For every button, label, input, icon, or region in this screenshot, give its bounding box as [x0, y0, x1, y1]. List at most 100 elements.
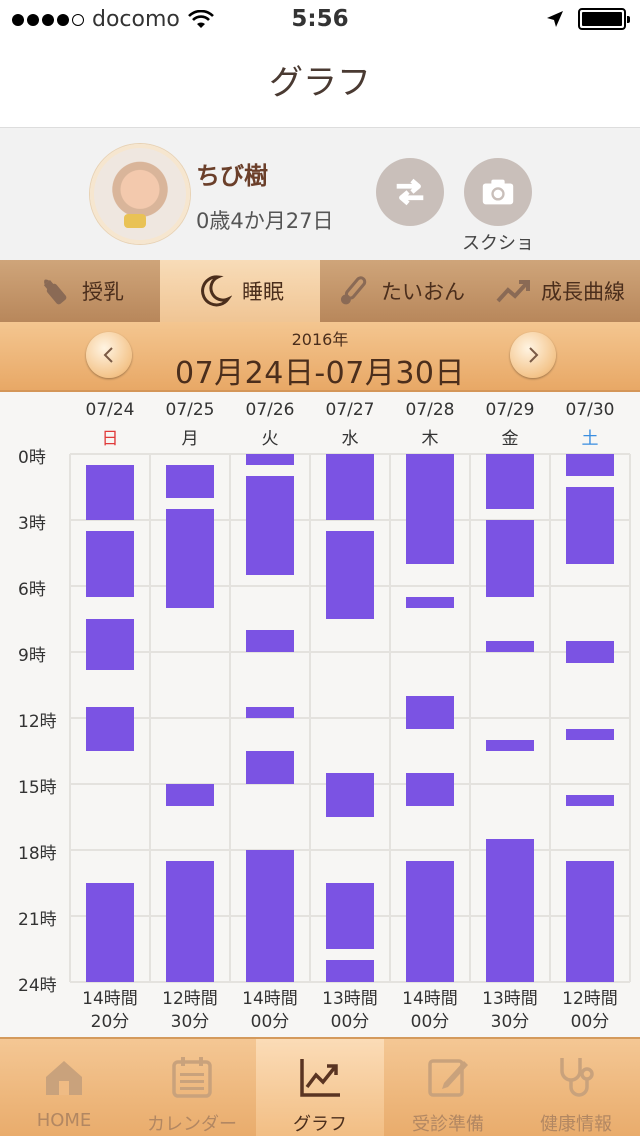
chart-grid [69, 453, 631, 983]
battery-icon [578, 8, 630, 30]
sleep-bar[interactable] [166, 861, 214, 982]
sleep-bar[interactable] [326, 773, 374, 817]
sleep-bar[interactable] [406, 861, 454, 982]
sleep-bar[interactable] [486, 520, 534, 597]
page-title: グラフ [269, 63, 371, 103]
grid-hline [70, 651, 630, 653]
sleep-bar[interactable] [486, 839, 534, 982]
tab-growth-curve[interactable]: 成長曲線 [480, 260, 640, 322]
bottom-tab-calendar[interactable]: カレンダー [128, 1039, 256, 1136]
hour-tick-label: 24時 [18, 976, 57, 996]
sleep-bar[interactable] [566, 454, 614, 476]
date-tick-label: 07/25 [165, 400, 215, 420]
sleep-bar[interactable] [566, 795, 614, 806]
edit-icon [428, 1059, 468, 1097]
sleep-bar[interactable] [566, 487, 614, 564]
sleep-bar[interactable] [86, 707, 134, 751]
daily-total-line: 20分 [90, 1012, 130, 1032]
sleep-chart: 0時 3時 6時 9時 12時 15時 18時 21時 24時 07/24 日 14時間 20分 07/2… [0, 392, 640, 1037]
avatar[interactable] [90, 144, 190, 244]
status-time: 5:56 [291, 6, 349, 32]
sleep-bar[interactable] [166, 509, 214, 608]
tab-growth-curve-label: 成長曲線 [541, 280, 625, 304]
sleep-bar[interactable] [406, 773, 454, 806]
date-tick-label: 07/24 [85, 400, 135, 420]
sleep-bar[interactable] [406, 597, 454, 608]
sleep-bar[interactable] [86, 531, 134, 597]
sleep-bar[interactable] [246, 707, 294, 718]
sleep-bar[interactable] [86, 619, 134, 670]
sleep-bar[interactable] [566, 729, 614, 740]
daily-total-line: 13時間 [482, 989, 538, 1009]
hour-tick-label: 12時 [18, 712, 57, 732]
daily-total-line: 12時間 [162, 989, 218, 1009]
hour-tick-label: 15時 [18, 778, 57, 798]
weekday-tick-label: 火 [261, 429, 279, 449]
next-week-button[interactable] [510, 332, 556, 378]
bottom-tab-checkup-prep-label: 受診準備 [412, 1114, 484, 1135]
date-range-bar: 2016年 07月24日-07月30日 [0, 322, 640, 392]
daily-total-line: 00分 [410, 1012, 450, 1032]
weekday-tick-label: 水 [341, 429, 359, 449]
sleep-bar[interactable] [246, 476, 294, 575]
sleep-bar[interactable] [326, 960, 374, 982]
tab-feeding[interactable]: 授乳 [0, 260, 160, 322]
chevron-right-icon [529, 347, 539, 363]
sleep-bar[interactable] [86, 465, 134, 520]
sleep-bar[interactable] [246, 454, 294, 465]
sleep-bar[interactable] [566, 861, 614, 982]
thermometer-icon [340, 276, 367, 305]
sleep-bar[interactable] [246, 850, 294, 982]
date-tick-label: 07/27 [325, 400, 375, 420]
hour-tick-label: 0時 [18, 448, 46, 468]
switch-child-button[interactable] [376, 158, 444, 226]
daily-total-label: 12時間 00分 [550, 988, 630, 1034]
bottom-tab-graph-label: グラフ [293, 1114, 347, 1135]
bottom-tab-home[interactable]: HOME [0, 1039, 128, 1136]
daily-total-line: 14時間 [82, 989, 138, 1009]
sleep-bar[interactable] [486, 641, 534, 652]
sleep-bar[interactable] [246, 751, 294, 784]
sleep-bar[interactable] [406, 696, 454, 729]
bottom-tab-checkup-prep[interactable]: 受診準備 [384, 1039, 512, 1136]
daily-total-line: 00分 [250, 1012, 290, 1032]
tab-sleep[interactable]: 睡眠 [160, 260, 320, 322]
sleep-bar[interactable] [166, 465, 214, 498]
daily-total-line: 00分 [570, 1012, 610, 1032]
sleep-bar[interactable] [406, 454, 454, 564]
calendar-icon [172, 1057, 212, 1098]
category-tabs: 授乳 睡眠 たいおん 成長曲線 [0, 260, 640, 322]
tab-temperature[interactable]: たいおん [320, 260, 480, 322]
weekday-tick-label: 金 [501, 429, 519, 449]
swap-arrows-icon [396, 178, 424, 206]
screenshot-button[interactable] [464, 158, 532, 226]
sleep-bar[interactable] [246, 630, 294, 652]
location-arrow-icon [547, 11, 563, 27]
sleep-bar[interactable] [326, 883, 374, 949]
navigation-bar: グラフ [0, 40, 640, 128]
bottom-tab-graph[interactable]: グラフ [256, 1039, 384, 1136]
weekday-tick-label: 月 [181, 429, 199, 449]
sleep-bar[interactable] [486, 740, 534, 751]
daily-total-label: 14時間 00分 [390, 988, 470, 1034]
weekday-tick-label: 土 [581, 429, 599, 449]
sleep-bar[interactable] [86, 883, 134, 982]
sleep-bar[interactable] [326, 454, 374, 520]
bottom-tab-home-label: HOME [36, 1110, 92, 1131]
bottom-tab-health-info[interactable]: 健康情報 [512, 1039, 640, 1136]
date-tick-label: 07/26 [245, 400, 295, 420]
date-tick-label: 07/29 [485, 400, 535, 420]
sleep-bar[interactable] [566, 641, 614, 663]
bottom-tab-calendar-label: カレンダー [147, 1114, 237, 1135]
sleep-bar[interactable] [326, 531, 374, 619]
daily-total-line: 14時間 [242, 989, 298, 1009]
weekday-tick-label: 木 [421, 429, 439, 449]
sleep-bar[interactable] [166, 784, 214, 806]
daily-total-label: 12時間 30分 [150, 988, 230, 1034]
child-name: ちび樹 [196, 162, 268, 190]
daily-total-line: 30分 [170, 1012, 210, 1032]
bottom-tab-health-info-label: 健康情報 [540, 1114, 612, 1135]
date-tick-label: 07/28 [405, 400, 455, 420]
hour-tick-label: 18時 [18, 844, 57, 864]
sleep-bar[interactable] [486, 454, 534, 509]
